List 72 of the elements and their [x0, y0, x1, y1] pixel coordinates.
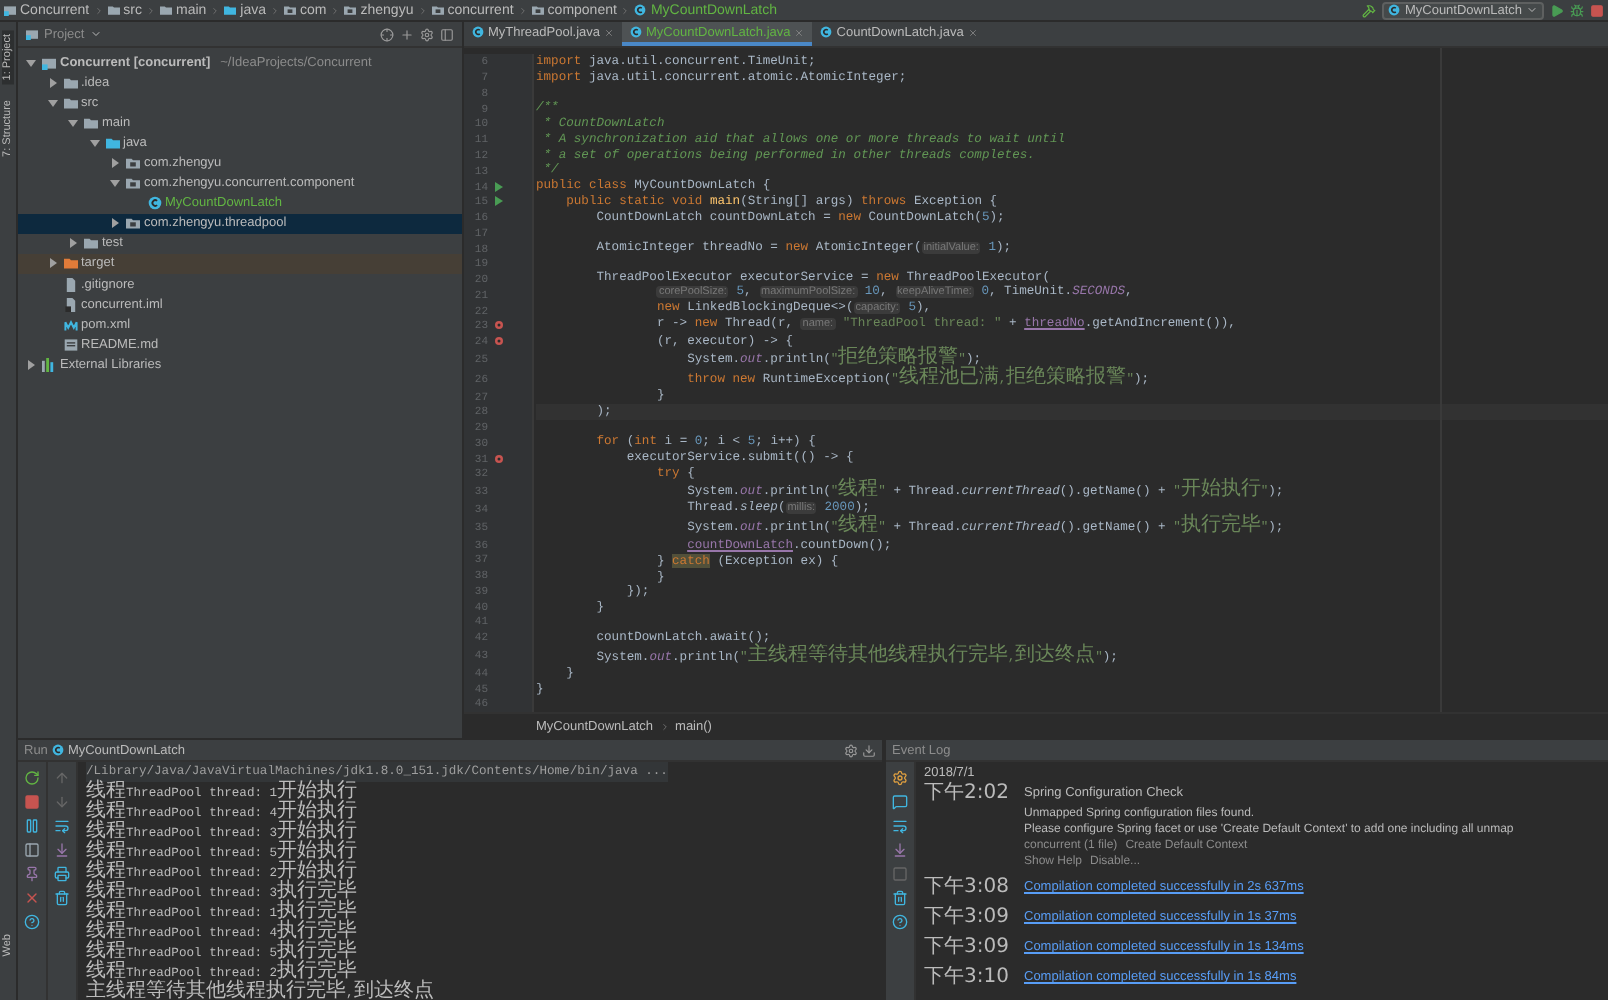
- chevron-icon: [145, 5, 156, 15]
- package-icon: [126, 156, 140, 171]
- stop-icon[interactable]: [1590, 3, 1604, 17]
- caret-icon[interactable]: [90, 28, 103, 40]
- library-icon: [42, 357, 56, 372]
- chevron-icon: [417, 5, 428, 15]
- maven-file-icon: [63, 317, 77, 332]
- chevron-icon: [270, 5, 281, 15]
- close-icon[interactable]: [24, 890, 40, 906]
- class-icon: [630, 26, 642, 38]
- layout-icon[interactable]: [24, 842, 40, 858]
- log-time: 下午3:10: [924, 966, 1009, 990]
- scroll-to-end-icon[interactable]: [892, 842, 908, 858]
- collapsed-arrow-icon[interactable]: [26, 359, 36, 370]
- wrap-icon[interactable]: [892, 818, 908, 834]
- run-icon[interactable]: [1550, 3, 1564, 17]
- expand-all-icon[interactable]: [400, 27, 414, 41]
- message-icon[interactable]: [892, 794, 908, 810]
- expanded-arrow-icon[interactable]: [89, 137, 99, 148]
- folder-icon: [224, 4, 237, 16]
- collapsed-arrow-icon[interactable]: [47, 258, 57, 269]
- log-time: 下午3:08: [924, 876, 1009, 900]
- folder-icon: [107, 4, 120, 16]
- package-icon: [126, 176, 140, 191]
- package-icon: [126, 216, 140, 231]
- chevron-icon: [517, 5, 528, 15]
- breakpoint-icon[interactable]: [493, 453, 503, 464]
- expanded-arrow-icon[interactable]: [26, 57, 36, 68]
- stop-icon[interactable]: [24, 794, 40, 810]
- chevron-icon: [210, 5, 221, 15]
- chevron-icon: [330, 5, 341, 15]
- file-icon: [63, 277, 77, 292]
- trash-icon[interactable]: [54, 890, 70, 906]
- collapsed-arrow-icon[interactable]: [47, 77, 57, 88]
- folder-icon: [159, 4, 172, 16]
- expanded-arrow-icon[interactable]: [47, 97, 57, 108]
- class-icon: [472, 26, 484, 38]
- settings-icon[interactable]: [892, 770, 908, 786]
- trash-icon[interactable]: [892, 890, 908, 906]
- wrap-icon[interactable]: [54, 818, 70, 834]
- module-folder-icon: [26, 28, 38, 40]
- chevron-icon: [93, 5, 104, 15]
- settings-icon[interactable]: [420, 27, 434, 41]
- rerun-icon[interactable]: [24, 770, 40, 786]
- debug-icon[interactable]: [1570, 3, 1584, 17]
- file-icon: [63, 297, 77, 312]
- chevron-icon: [659, 721, 670, 731]
- pin-icon[interactable]: [24, 866, 40, 882]
- collapsed-arrow-icon[interactable]: [110, 218, 120, 229]
- class-icon: [820, 26, 833, 38]
- help-icon[interactable]: [892, 914, 908, 930]
- module-folder-icon: [42, 55, 56, 70]
- caret-icon: [1526, 4, 1538, 16]
- collapsed-arrow-icon[interactable]: [68, 238, 78, 249]
- chevron-icon: [620, 5, 631, 15]
- locate-icon[interactable]: [380, 27, 394, 41]
- build-icon[interactable]: [1362, 3, 1377, 17]
- scroll-to-end-icon[interactable]: [54, 842, 70, 858]
- expanded-arrow-icon[interactable]: [110, 178, 120, 189]
- expanded-arrow-icon[interactable]: [68, 117, 78, 128]
- class-icon: [147, 196, 161, 211]
- log-time: 下午3:09: [924, 906, 1009, 930]
- log-time: 下午2:02: [924, 782, 1009, 806]
- log-time: 下午3:09: [924, 936, 1009, 960]
- print-icon[interactable]: [54, 866, 70, 882]
- markdown-file-icon: [63, 337, 77, 352]
- collapsed-arrow-icon[interactable]: [110, 158, 120, 169]
- help-icon[interactable]: [24, 914, 40, 930]
- class-icon: [51, 744, 64, 756]
- module-folder-icon: [4, 4, 16, 16]
- settings-icon[interactable]: [844, 743, 858, 757]
- pause-icon[interactable]: [24, 818, 40, 834]
